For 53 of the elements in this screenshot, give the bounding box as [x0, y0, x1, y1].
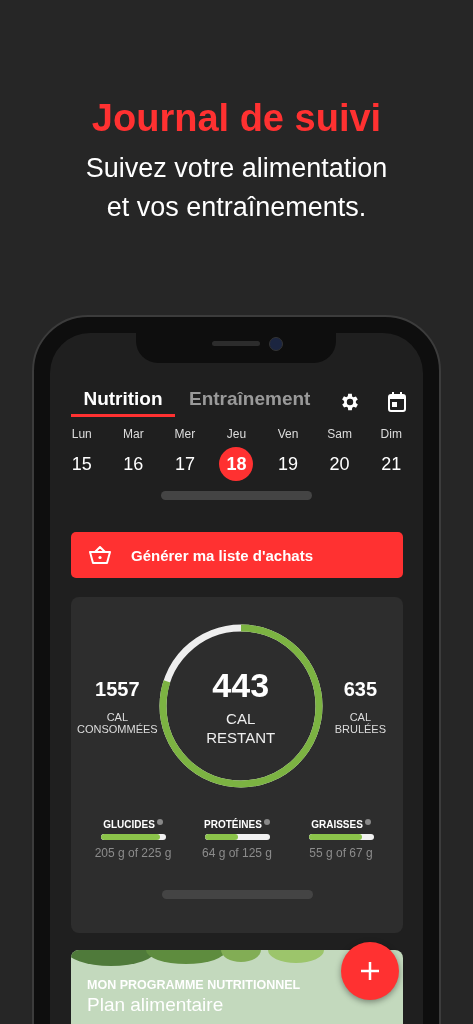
day-selector[interactable]: Jeu 18: [210, 427, 263, 481]
calorie-label: BRULÉES: [334, 722, 386, 735]
calories-consumed: 1557: [95, 677, 140, 701]
tab[interactable]: Nutrition: [71, 387, 175, 417]
weekday: Lun: [71, 427, 92, 441]
weekday: Sam: [327, 427, 352, 441]
weekday: Jeu: [226, 427, 247, 441]
page-title: Journal de suivi: [91, 96, 382, 141]
calorie-label: CAL: [106, 710, 129, 723]
weekday: Dim: [380, 427, 402, 441]
calorie-label: CONSOMMÉES: [77, 722, 158, 735]
day-selector[interactable]: Sam 20: [313, 427, 366, 481]
weekday: Mer: [174, 427, 196, 441]
info-icon[interactable]: [263, 819, 270, 825]
date-number: 18: [219, 447, 254, 481]
day-selector[interactable]: Mar 16: [107, 427, 160, 481]
macro-reading: 64 g of 125 g: [201, 846, 273, 860]
date-number: 16: [122, 452, 145, 476]
calories-burned: 635: [343, 677, 378, 701]
date-number: 19: [277, 452, 300, 476]
basket-icon: [89, 546, 111, 564]
day-selector[interactable]: Mer 17: [159, 427, 211, 481]
macro-name: GRAISSES: [311, 819, 363, 830]
program-title: Plan alimentaire: [87, 994, 225, 1016]
plus-icon: [360, 961, 380, 981]
tab[interactable]: Entraînement: [189, 387, 311, 417]
day-selector[interactable]: Lun 15: [56, 427, 108, 481]
speaker: [212, 341, 260, 346]
calories-remaining: 443: [212, 665, 270, 705]
calorie-label: CAL: [349, 710, 372, 723]
date-number: 17: [173, 452, 196, 476]
program-kicker: MON PROGRAMME NUTRITIONNEL: [87, 978, 302, 992]
macro-reading: 205 g of 225 g: [94, 846, 172, 860]
settings-icon[interactable]: [339, 391, 361, 413]
weekday: Mar: [123, 427, 144, 441]
calendar-icon[interactable]: [387, 391, 407, 413]
calorie-label: RESTANT: [206, 727, 276, 747]
camera: [269, 337, 283, 351]
info-icon[interactable]: [364, 819, 371, 825]
date-number: 21: [380, 452, 403, 476]
day-selector[interactable]: Ven 19: [262, 427, 314, 481]
weekday: Ven: [277, 427, 299, 441]
calorie-label: CAL: [226, 708, 256, 728]
subtitle: Suivez votre alimentation: [85, 152, 388, 185]
date-number: 15: [70, 452, 93, 476]
info-icon[interactable]: [156, 819, 163, 825]
subtitle: et vos entraînements.: [105, 191, 368, 224]
date-number: 20: [328, 452, 351, 476]
macro-name: PROTÉINES: [204, 819, 262, 830]
macro-name: GLUCIDES: [103, 819, 155, 830]
day-selector[interactable]: Dim 21: [365, 427, 417, 481]
macro-reading: 55 g of 67 g: [309, 846, 373, 860]
shopping-list-button[interactable]: Générer ma liste d'achats: [71, 532, 403, 578]
